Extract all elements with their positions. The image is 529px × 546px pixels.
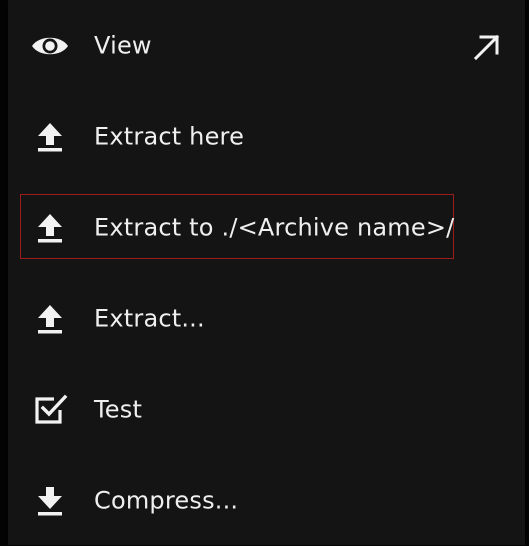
menu-item-label: Extract here [94, 121, 245, 150]
checkbox-icon [30, 390, 70, 430]
menu-item-extract-to-folder[interactable]: Extract to ./<Archive name>/ [8, 182, 525, 273]
extract-icon [30, 208, 70, 248]
extract-icon [30, 299, 70, 339]
open-external-icon[interactable] [473, 33, 501, 61]
menu-item-extract-here[interactable]: Extract here [8, 91, 525, 182]
context-menu: View Extract here Extract to ./<Archive … [8, 0, 525, 545]
menu-item-label: Compress... [94, 485, 239, 514]
menu-item-label: Test [94, 394, 143, 423]
menu-item-view[interactable]: View [8, 0, 525, 91]
extract-icon [30, 117, 70, 157]
menu-item-test[interactable]: Test [8, 364, 525, 455]
menu-item-extract[interactable]: Extract... [8, 273, 525, 364]
compress-icon [30, 481, 70, 521]
menu-item-label: Extract to ./<Archive name>/ [94, 212, 455, 241]
menu-item-label: View [94, 30, 152, 59]
menu-item-label: Extract... [94, 303, 205, 332]
menu-item-compress[interactable]: Compress... [8, 455, 525, 546]
eye-icon [30, 26, 70, 66]
